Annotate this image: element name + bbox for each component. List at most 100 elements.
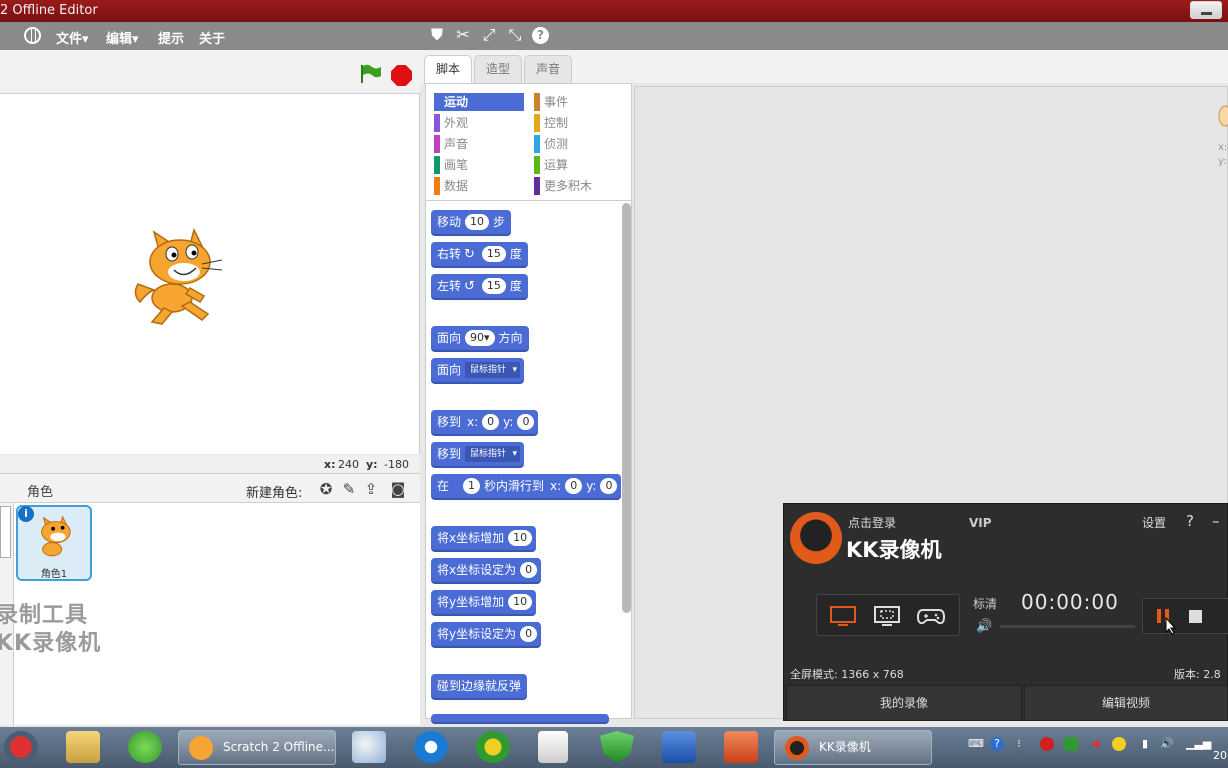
- shield-tray-icon[interactable]: [1064, 737, 1078, 751]
- green-flag-icon[interactable]: [360, 64, 382, 84]
- tab-sounds[interactable]: 声音: [524, 55, 572, 83]
- grow-icon[interactable]: ⤢: [480, 26, 498, 44]
- block-move-steps[interactable]: 移动 10 步: [431, 210, 512, 234]
- paint-palette-icon[interactable]: [352, 731, 386, 763]
- screen-mode-icon[interactable]: [829, 605, 857, 627]
- block-number-input[interactable]: 15: [481, 246, 506, 262]
- sprite-thumbnail[interactable]: i 角色1: [16, 505, 92, 581]
- taskbar-task-scratch[interactable]: Scratch 2 Offline...: [178, 730, 336, 765]
- scratch-cat-sprite[interactable]: [128, 222, 228, 327]
- block-point-towards[interactable]: 面向 鼠标指针: [431, 358, 525, 382]
- category-sensing[interactable]: 侦测: [534, 135, 624, 153]
- category-pen[interactable]: 画笔: [434, 156, 524, 174]
- block-turn-right[interactable]: 右转 ↻ 15 度: [431, 242, 528, 266]
- volume-tray-icon[interactable]: 🔊: [1160, 737, 1174, 753]
- block-dropdown[interactable]: 鼠标指针: [465, 446, 521, 462]
- category-data[interactable]: 数据: [434, 177, 524, 195]
- language-globe-icon[interactable]: [24, 27, 41, 44]
- battery-tray-icon[interactable]: ▮: [1138, 737, 1152, 753]
- taskbar-clock[interactable]: 20: [1213, 749, 1227, 762]
- category-control[interactable]: 控制: [534, 114, 624, 132]
- category-events[interactable]: 事件: [534, 93, 624, 111]
- block-number-input[interactable]: 0: [520, 626, 538, 642]
- block-turn-left[interactable]: 左转 ↺ 15 度: [431, 274, 528, 298]
- help-icon[interactable]: ?: [1186, 512, 1194, 530]
- browser-refresh-icon[interactable]: [128, 731, 162, 763]
- category-sound[interactable]: 声音: [434, 135, 524, 153]
- block-number-input[interactable]: 0: [520, 562, 538, 578]
- paint-sprite-brush-icon[interactable]: ✎: [340, 480, 358, 498]
- tab-scripts[interactable]: 脚本: [424, 55, 472, 83]
- block-go-to[interactable]: 移到 鼠标指针: [431, 442, 525, 466]
- shrink-icon[interactable]: ⤡: [506, 26, 524, 44]
- speaker-red-tray-icon[interactable]: ◀: [1088, 737, 1102, 753]
- category-operators[interactable]: 运算: [534, 156, 624, 174]
- minimize-icon[interactable]: –: [1212, 512, 1220, 530]
- block-bounce-on-edge[interactable]: 碰到边缘就反弹: [431, 674, 528, 698]
- block-partial-next[interactable]: [431, 714, 609, 722]
- stage-thumbnail[interactable]: [0, 506, 11, 558]
- block-number-input[interactable]: 0: [517, 414, 535, 430]
- vip-badge[interactable]: VIP: [969, 516, 992, 530]
- taskbar-task-kk-recorder[interactable]: KK录像机: [774, 730, 932, 765]
- choose-sprite-library-icon[interactable]: ✪: [317, 480, 335, 498]
- block-text: 左转: [437, 279, 462, 293]
- block-help-icon[interactable]: ?: [532, 27, 549, 44]
- block-number-input[interactable]: 10: [508, 530, 533, 546]
- start-button-icon[interactable]: [4, 731, 38, 763]
- file-explorer-icon[interactable]: [66, 731, 100, 763]
- duplicate-stamp-icon[interactable]: ⛊: [428, 26, 446, 44]
- edit-video-button[interactable]: 编辑视频: [1024, 685, 1228, 721]
- palette-scrollbar[interactable]: [622, 203, 631, 613]
- cut-scissors-icon[interactable]: ✂: [454, 26, 472, 44]
- block-number-input[interactable]: 0: [482, 414, 500, 430]
- camera-sprite-icon[interactable]: ◙: [389, 480, 407, 498]
- block-number-input[interactable]: 1: [463, 478, 481, 494]
- signal-tray-icon[interactable]: ▁▃▅: [1186, 737, 1211, 753]
- block-set-y[interactable]: 将y坐标设定为 0: [431, 622, 542, 646]
- minimize-button[interactable]: [1190, 1, 1222, 19]
- block-number-input[interactable]: 10: [508, 594, 533, 610]
- category-motion[interactable]: 运动: [434, 93, 524, 111]
- block-point-in-direction[interactable]: 面向 90▾ 方向: [431, 326, 529, 350]
- network-tray-icon[interactable]: ⁝: [1012, 737, 1026, 753]
- volume-slider[interactable]: [1000, 625, 1135, 628]
- my-videos-button[interactable]: 我的录像: [786, 685, 1022, 721]
- menu-about[interactable]: 关于: [199, 28, 225, 47]
- plus-tray-icon[interactable]: [1112, 737, 1126, 751]
- block-number-input[interactable]: 0: [600, 478, 618, 494]
- game-mode-icon[interactable]: [917, 605, 945, 627]
- block-set-x[interactable]: 将x坐标设定为 0: [431, 558, 542, 582]
- shield-security-icon[interactable]: [600, 731, 634, 763]
- stop-icon[interactable]: [1189, 610, 1202, 623]
- upload-sprite-icon[interactable]: ⇪: [362, 480, 380, 498]
- block-number-input[interactable]: 90▾: [465, 330, 495, 346]
- block-dropdown[interactable]: 鼠标指针: [465, 362, 521, 378]
- menu-tips[interactable]: 提示: [158, 28, 184, 47]
- presentation-icon[interactable]: [724, 731, 758, 763]
- menu-edit[interactable]: 编辑▾: [106, 28, 139, 47]
- block-number-input[interactable]: 10: [465, 214, 490, 230]
- block-change-y[interactable]: 将y坐标增加 10: [431, 590, 537, 614]
- kk-app-icon[interactable]: [414, 731, 448, 763]
- menu-file[interactable]: 文件▾: [56, 28, 89, 47]
- document-icon[interactable]: [538, 731, 568, 763]
- block-number-input[interactable]: 0: [565, 478, 583, 494]
- block-glide[interactable]: 在 1 秒内滑行到 x: 0 y: 0: [431, 474, 622, 498]
- settings-button[interactable]: 设置: [1142, 514, 1166, 531]
- block-number-input[interactable]: 15: [481, 278, 506, 294]
- green-plus-icon[interactable]: [476, 731, 510, 763]
- volume-icon[interactable]: 🔊: [976, 619, 992, 634]
- antivirus-tray-icon[interactable]: [1040, 737, 1054, 751]
- tab-costumes[interactable]: 造型: [474, 55, 522, 83]
- category-looks[interactable]: 外观: [434, 114, 524, 132]
- keyboard-tray-icon[interactable]: ⌨: [968, 737, 984, 753]
- category-more-blocks[interactable]: 更多积木: [534, 177, 624, 195]
- login-link[interactable]: 点击登录: [848, 514, 896, 531]
- region-mode-icon[interactable]: [873, 605, 901, 627]
- quality-select[interactable]: 标清: [973, 595, 997, 612]
- block-change-x[interactable]: 将x坐标增加 10: [431, 526, 537, 550]
- word-icon[interactable]: [662, 731, 696, 763]
- block-go-to-xy[interactable]: 移到 x: 0 y: 0: [431, 410, 539, 434]
- help-tray-icon[interactable]: ?: [990, 737, 1004, 751]
